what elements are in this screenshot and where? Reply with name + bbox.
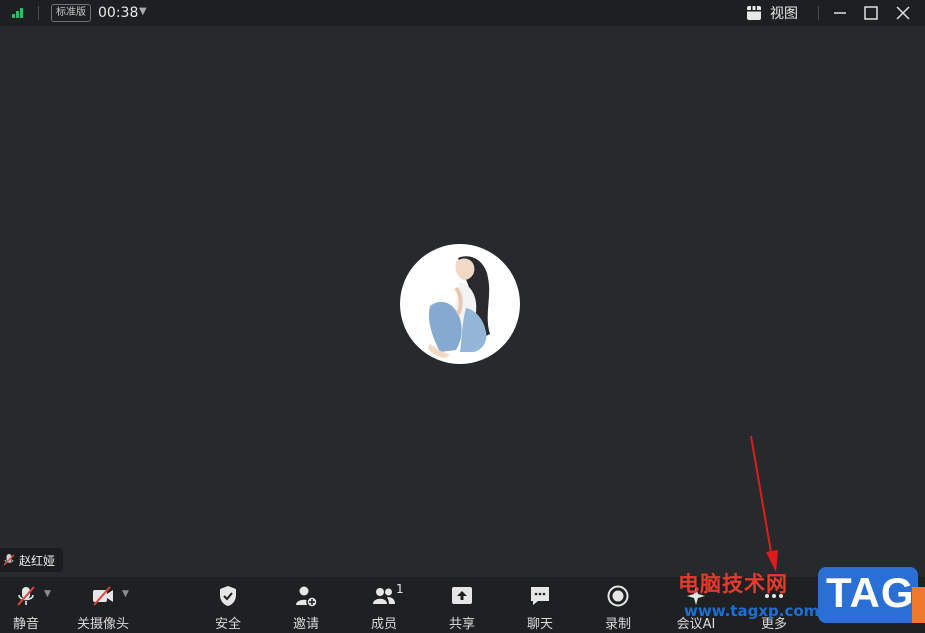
record-label: 录制 xyxy=(604,617,631,632)
user-add-icon xyxy=(296,586,318,608)
participant-name: 赵红娅 xyxy=(19,553,56,568)
share-up-icon xyxy=(452,587,472,604)
record-icon xyxy=(607,585,629,607)
chat-bubble-icon xyxy=(531,587,549,605)
members-label: 成员 xyxy=(370,617,397,632)
members-button[interactable]: 1 成员 xyxy=(352,577,416,633)
share-label: 共享 xyxy=(448,617,475,632)
chat-label: 聊天 xyxy=(526,617,553,632)
chevron-down-icon[interactable]: ▼ xyxy=(122,589,129,599)
invite-button[interactable]: 邀请 xyxy=(274,577,338,633)
invite-label: 邀请 xyxy=(292,617,319,632)
watermark-accent xyxy=(912,587,925,623)
annotation-arrow xyxy=(750,435,778,572)
watermark-url: www.tagxp.com xyxy=(684,602,820,620)
mic-off-icon xyxy=(3,554,15,566)
share-button[interactable]: 共享 xyxy=(430,577,494,633)
shield-check-icon xyxy=(220,586,236,606)
members-count: 1 xyxy=(396,582,404,596)
mute-label: 静音 xyxy=(12,617,39,632)
record-button[interactable]: 录制 xyxy=(586,577,650,633)
participant-name-tag: 赵红娅 xyxy=(0,548,64,572)
users-icon xyxy=(373,588,395,604)
chat-button[interactable]: 聊天 xyxy=(508,577,572,633)
security-label: 安全 xyxy=(214,617,241,632)
security-button[interactable]: 安全 xyxy=(196,577,260,633)
camera-label: 关摄像头 xyxy=(76,617,129,632)
chevron-down-icon[interactable]: ▼ xyxy=(44,589,51,599)
mute-button[interactable]: 静音 xyxy=(0,577,58,633)
mic-off-icon xyxy=(17,586,35,606)
camera-button[interactable]: 关摄像头 xyxy=(71,577,135,633)
watermark-site-name: 电脑技术网 xyxy=(678,572,788,596)
camera-off-icon xyxy=(93,586,113,606)
watermark-logo: TAG xyxy=(818,567,918,623)
watermark-logo-text: TAG xyxy=(826,569,915,616)
